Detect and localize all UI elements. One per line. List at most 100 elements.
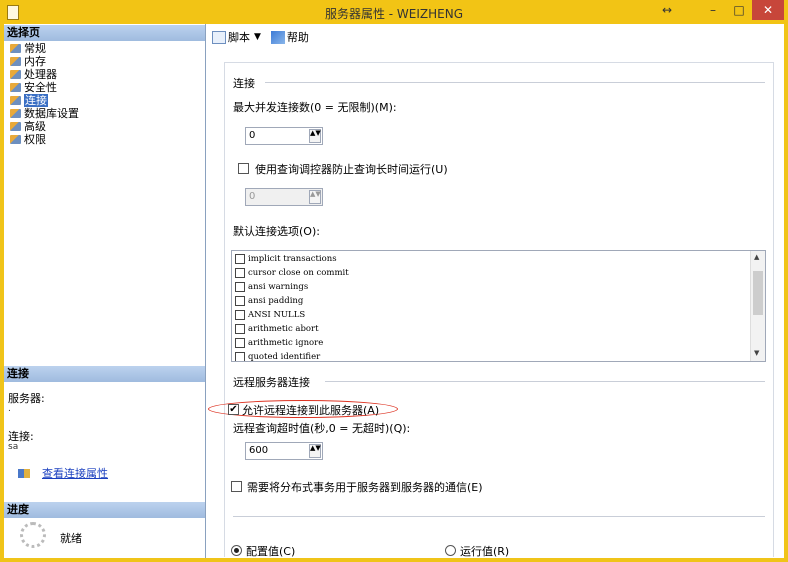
allow-remote-checkbox[interactable]: ✔ — [228, 404, 239, 415]
script-button[interactable]: 脚本 ▼ — [212, 29, 265, 45]
page-item-memory[interactable]: 内存 — [10, 55, 79, 68]
page-item-label: 高级 — [24, 120, 46, 133]
scroll-down-icon[interactable]: ▼ — [754, 349, 759, 357]
list-item[interactable]: arithmetic abort — [235, 322, 319, 335]
spin-arrows-icon[interactable]: ▲▼ — [309, 129, 321, 143]
page-icon — [10, 96, 21, 105]
remote-timeout-input[interactable]: 600 ▲▼ — [245, 442, 323, 460]
bottom-divider — [233, 516, 765, 517]
close-button[interactable]: ✕ — [752, 0, 784, 20]
list-item[interactable]: ansi warnings — [235, 280, 308, 293]
resize-icon[interactable]: ↔ — [655, 0, 679, 20]
query-governor-checkbox[interactable] — [238, 163, 249, 174]
page-item-processors[interactable]: 处理器 — [10, 68, 79, 81]
option-checkbox[interactable] — [235, 337, 245, 348]
option-checkbox[interactable] — [235, 323, 245, 334]
title-bar: 服务器属性 - WEIZHENG ↔ – □ ✕ — [0, 0, 788, 24]
option-label: arithmetic abort — [248, 323, 319, 334]
toolbar: 脚本 ▼ 帮助 — [206, 24, 784, 50]
max-connections-value: 0 — [249, 130, 256, 141]
page-icon — [10, 122, 21, 131]
option-label: ANSI NULLS — [248, 309, 306, 320]
progress-status: 就绪 — [60, 532, 82, 545]
page-icon — [10, 135, 21, 144]
spin-arrows-icon[interactable]: ▲▼ — [309, 444, 321, 458]
distributed-transactions-checkbox[interactable] — [231, 481, 242, 492]
remote-timeout-label: 远程查询超时值(秒,0 = 无超时)(Q): — [233, 422, 411, 435]
query-governor-label: 使用查询调控器防止查询长时间运行(U) — [255, 163, 448, 176]
help-icon — [270, 30, 285, 44]
connections-form: 连接 最大并发连接数(0 = 无限制)(M): 0 ▲▼ 使用查询调控器防止查询… — [208, 62, 774, 558]
option-checkbox[interactable] — [235, 309, 245, 320]
connection-properties-icon — [18, 469, 30, 478]
page-item-label: 权限 — [24, 133, 46, 146]
list-item[interactable]: ansi padding — [235, 294, 303, 307]
query-governor-input: 0 ▲▼ — [245, 188, 323, 206]
option-checkbox[interactable] — [235, 295, 245, 306]
page-icon — [10, 109, 21, 118]
connection-header: 连接 — [4, 366, 205, 382]
option-checkbox[interactable] — [235, 281, 245, 292]
help-label: 帮助 — [286, 31, 309, 44]
list-item[interactable]: cursor close on commit — [235, 266, 349, 279]
option-label: ansi padding — [248, 295, 304, 306]
option-checkbox[interactable] — [235, 267, 245, 278]
page-icon — [10, 57, 21, 66]
list-item[interactable]: implicit transactions — [235, 252, 337, 265]
page-item-label: 处理器 — [24, 68, 57, 81]
default-options-list[interactable]: implicit transactions cursor close on co… — [231, 250, 766, 362]
main-panel: 脚本 ▼ 帮助 连接 最大并发连接数(0 = 无限制)(M): 0 ▲▼ 使用查… — [206, 24, 784, 558]
running-value-radio[interactable] — [445, 545, 456, 556]
option-label: cursor close on commit — [248, 267, 349, 278]
page-item-label: 连接 — [24, 94, 48, 107]
allow-remote-label: 允许远程连接到此服务器(A) — [242, 404, 380, 417]
page-list: 常规 内存 处理器 安全性 连接 数据库设置 高级 权限 — [10, 42, 79, 146]
page-item-advanced[interactable]: 高级 — [10, 120, 79, 133]
page-icon — [10, 70, 21, 79]
group-divider — [265, 82, 765, 83]
left-sidebar: 选择页 常规 内存 处理器 安全性 连接 数据库设置 高级 权限 连接 服务器:… — [4, 24, 206, 558]
option-label: ansi warnings — [248, 281, 309, 292]
script-label: 脚本 — [228, 31, 250, 44]
help-button[interactable]: 帮助 — [270, 29, 309, 45]
page-item-label: 安全性 — [24, 81, 57, 94]
config-value-label: 配置值(C) — [246, 545, 296, 558]
minimize-button[interactable]: – — [700, 0, 726, 20]
spin-arrows-icon: ▲▼ — [309, 190, 321, 204]
default-options-label: 默认连接选项(O): — [233, 225, 320, 238]
remote-group-title: 远程服务器连接 — [233, 376, 310, 389]
chevron-down-icon[interactable]: ▼ — [254, 32, 261, 42]
maximize-button[interactable]: □ — [726, 0, 752, 20]
option-label: arithmetic ignore — [248, 337, 324, 348]
page-item-general[interactable]: 常规 — [10, 42, 79, 55]
scroll-up-icon[interactable]: ▲ — [754, 253, 759, 261]
distributed-transactions-label: 需要将分布式事务用于服务器到服务器的通信(E) — [247, 481, 483, 494]
scroll-thumb[interactable] — [753, 271, 763, 315]
server-label: 服务器: — [8, 392, 45, 405]
server-value: . — [8, 404, 11, 414]
list-scrollbar[interactable]: ▲ ▼ — [750, 251, 765, 361]
option-checkbox[interactable] — [235, 351, 245, 361]
list-item[interactable]: ANSI NULLS — [235, 308, 305, 321]
list-item[interactable]: arithmetic ignore — [235, 336, 323, 349]
page-item-label: 内存 — [24, 55, 46, 68]
option-label: implicit transactions — [248, 253, 337, 264]
max-connections-label: 最大并发连接数(0 = 无限制)(M): — [233, 101, 397, 114]
running-value-label: 运行值(R) — [460, 545, 510, 558]
progress-header: 进度 — [4, 502, 205, 518]
pages-header: 选择页 — [4, 25, 205, 41]
page-item-permissions[interactable]: 权限 — [10, 133, 79, 146]
page-item-label: 常规 — [24, 42, 46, 55]
page-item-connections[interactable]: 连接 — [10, 94, 79, 107]
option-checkbox[interactable] — [235, 253, 245, 264]
connection-value: sa — [8, 442, 19, 452]
page-item-label: 数据库设置 — [24, 107, 79, 120]
config-value-radio[interactable] — [231, 545, 242, 556]
page-item-database-settings[interactable]: 数据库设置 — [10, 107, 79, 120]
list-item[interactable]: quoted identifier — [235, 350, 320, 361]
view-connection-properties-link[interactable]: 查看连接属性 — [42, 465, 108, 481]
max-connections-input[interactable]: 0 ▲▼ — [245, 127, 323, 145]
page-item-security[interactable]: 安全性 — [10, 81, 79, 94]
page-icon — [10, 44, 21, 53]
progress-spinner-icon — [20, 522, 46, 548]
